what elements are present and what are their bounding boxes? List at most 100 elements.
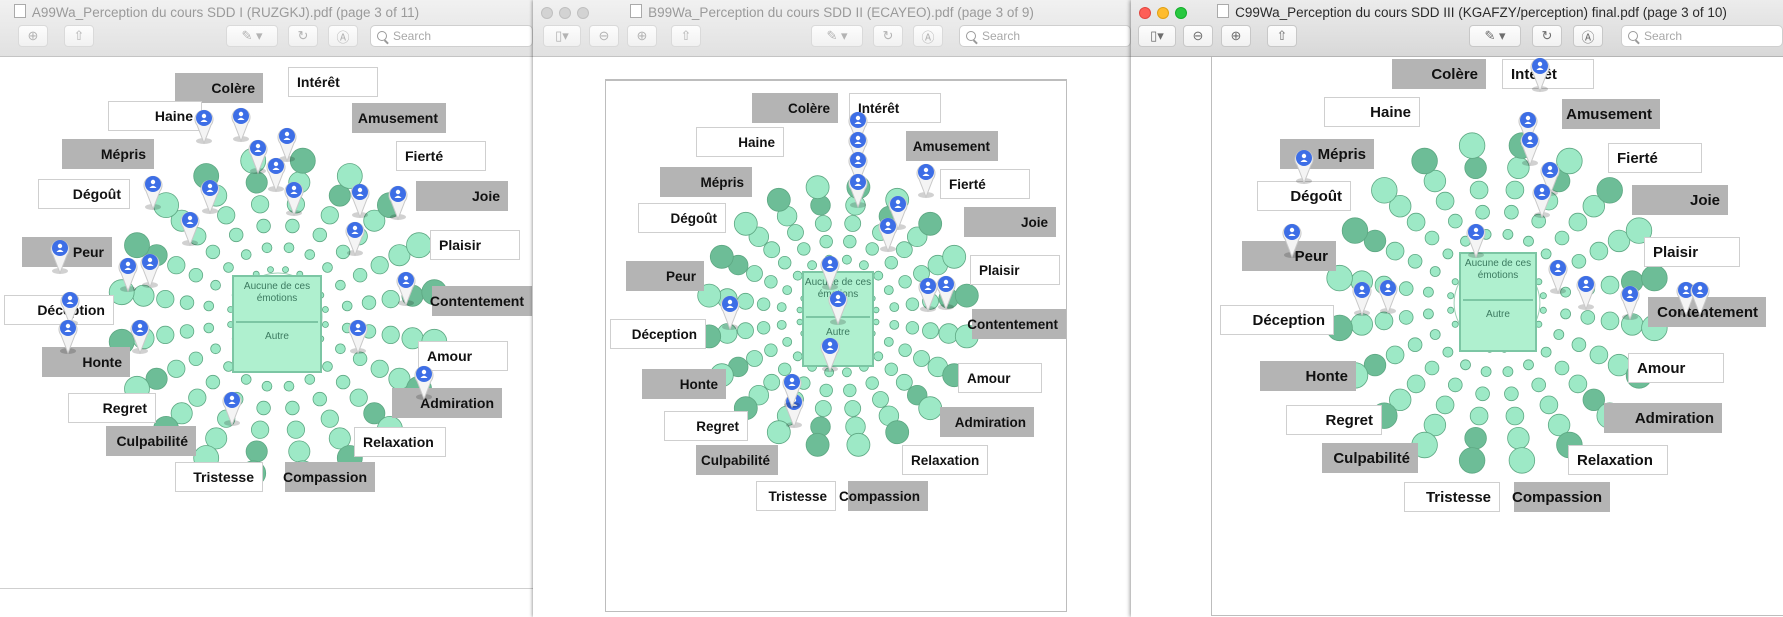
- share-button[interactable]: ⇧: [1267, 25, 1297, 47]
- emotion-intensity-circle[interactable]: [1589, 241, 1609, 261]
- emotion-intensity-circle[interactable]: [1341, 217, 1369, 244]
- pin-marker-icon[interactable]: [1546, 255, 1570, 295]
- pin-marker-icon[interactable]: [386, 181, 410, 221]
- emotion-intensity-circle[interactable]: [1600, 311, 1620, 331]
- emotion-intensity-circle[interactable]: [776, 302, 787, 313]
- emotion-intensity-circle[interactable]: [922, 322, 939, 340]
- emotion-intensity-circle[interactable]: [1502, 228, 1514, 240]
- title-bar[interactable]: A99Wa_Perception du cours SDD I (RUZGKJ)…: [0, 0, 533, 57]
- emotion-intensity-circle[interactable]: [709, 244, 734, 269]
- emotion-intensity-circle[interactable]: [210, 279, 221, 291]
- emotion-intensity-circle[interactable]: [1371, 177, 1398, 204]
- emotion-intensity-circle[interactable]: [1539, 395, 1559, 415]
- pin-marker-icon[interactable]: [343, 217, 367, 257]
- emotion-intensity-circle[interactable]: [304, 249, 316, 260]
- emotion-intensity-circle[interactable]: [256, 400, 271, 416]
- pin-marker-icon[interactable]: [1530, 179, 1554, 219]
- pin-marker-icon[interactable]: [48, 235, 72, 275]
- emotion-intensity-circle[interactable]: [320, 409, 339, 428]
- emotion-intensity-circle[interactable]: [335, 343, 346, 355]
- emotion-intensity-circle[interactable]: [335, 279, 346, 291]
- pin-marker-icon[interactable]: [282, 177, 306, 217]
- emotion-intensity-circle[interactable]: [1508, 447, 1536, 474]
- pin-marker-icon[interactable]: [138, 249, 162, 289]
- emotion-intensity-circle[interactable]: [1580, 310, 1596, 325]
- emotion-intensity-circle[interactable]: [746, 350, 763, 367]
- markup-button[interactable]: Ⓐ: [1573, 25, 1603, 47]
- pin-marker-icon[interactable]: [220, 387, 244, 427]
- emotion-intensity-circle[interactable]: [1424, 230, 1440, 246]
- title-bar[interactable]: C99Wa_Perception du cours SDD III (KGAFZ…: [1131, 0, 1783, 57]
- pin-marker-icon[interactable]: [1464, 219, 1488, 259]
- emotion-intensity-circle[interactable]: [1568, 374, 1588, 394]
- emotion-intensity-circle[interactable]: [285, 218, 300, 234]
- emotion-intensity-circle[interactable]: [1480, 366, 1492, 378]
- pin-marker-icon[interactable]: [1280, 219, 1304, 259]
- emotion-intensity-circle[interactable]: [898, 343, 912, 357]
- emotion-intensity-circle[interactable]: [1568, 212, 1588, 232]
- zoom-in-button[interactable]: ⊕: [1221, 25, 1251, 47]
- emotion-intensity-circle[interactable]: [321, 306, 329, 313]
- emotion-intensity-circle[interactable]: [349, 388, 368, 407]
- pdf-page[interactable]: Aucune de ces émotionsAutreColèreIntérêt…: [1211, 57, 1783, 616]
- emotion-intensity-circle[interactable]: [756, 297, 771, 311]
- zoom-out-button[interactable]: ⊖: [1183, 25, 1213, 47]
- emotion-intensity-circle[interactable]: [322, 361, 333, 372]
- emotion-intensity-circle[interactable]: [873, 351, 884, 362]
- emotion-intensity-circle[interactable]: [288, 440, 311, 463]
- emotion-intensity-circle[interactable]: [819, 234, 833, 249]
- emotion-intensity-circle[interactable]: [884, 362, 899, 377]
- emotion-intensity-circle[interactable]: [203, 300, 215, 312]
- emotion-intensity-circle[interactable]: [1385, 345, 1405, 365]
- emotion-intensity-circle[interactable]: [1398, 310, 1414, 325]
- emotion-intensity-circle[interactable]: [370, 359, 389, 378]
- emotion-intensity-circle[interactable]: [807, 260, 818, 271]
- emotion-intensity-circle[interactable]: [261, 380, 273, 392]
- emotion-intensity-circle[interactable]: [1553, 329, 1565, 340]
- emotion-intensity-circle[interactable]: [1571, 254, 1587, 269]
- emotion-intensity-circle[interactable]: [156, 290, 175, 309]
- emotion-intensity-circle[interactable]: [304, 374, 316, 385]
- emotion-intensity-circle[interactable]: [1464, 156, 1487, 180]
- emotion-intensity-circle[interactable]: [261, 242, 273, 254]
- rotate-button[interactable]: ↻: [288, 25, 318, 47]
- emotion-intensity-circle[interactable]: [805, 175, 830, 200]
- emotion-intensity-circle[interactable]: [179, 324, 195, 339]
- pin-marker-icon[interactable]: [914, 159, 938, 199]
- emotion-intensity-circle[interactable]: [1504, 204, 1519, 220]
- emotion-intensity-circle[interactable]: [205, 374, 221, 390]
- pin-marker-icon[interactable]: [178, 207, 202, 247]
- emotion-intensity-circle[interactable]: [843, 383, 857, 398]
- emotion-intensity-circle[interactable]: [777, 255, 792, 270]
- emotion-intensity-circle[interactable]: [283, 242, 295, 254]
- emotion-intensity-circle[interactable]: [776, 319, 787, 330]
- emotion-intensity-circle[interactable]: [797, 242, 811, 256]
- emotion-intensity-circle[interactable]: [167, 256, 186, 275]
- emotion-intensity-circle[interactable]: [245, 440, 268, 463]
- pin-marker-icon[interactable]: [412, 361, 436, 401]
- emotion-intensity-circle[interactable]: [846, 432, 871, 457]
- emotion-intensity-circle[interactable]: [1406, 374, 1426, 394]
- pin-marker-icon[interactable]: [192, 105, 216, 145]
- search-field[interactable]: Search: [370, 25, 533, 47]
- emotion-intensity-circle[interactable]: [873, 306, 880, 314]
- pin-marker-icon[interactable]: [141, 171, 165, 211]
- emotion-intensity-circle[interactable]: [844, 215, 862, 232]
- pin-marker-icon[interactable]: [818, 333, 842, 373]
- pin-marker-icon[interactable]: [394, 267, 418, 307]
- markup-button[interactable]: Ⓐ: [328, 25, 358, 47]
- emotion-intensity-circle[interactable]: [1523, 235, 1534, 247]
- pin-marker-icon[interactable]: [818, 251, 842, 291]
- zoom-out-button[interactable]: ⊖: [589, 25, 619, 47]
- emotion-intensity-circle[interactable]: [286, 420, 305, 439]
- emotion-intensity-circle[interactable]: [1596, 177, 1623, 204]
- emotion-intensity-circle[interactable]: [918, 396, 943, 421]
- emotion-intensity-circle[interactable]: [167, 359, 186, 378]
- emotion-intensity-circle[interactable]: [819, 383, 833, 398]
- emotion-intensity-circle[interactable]: [733, 211, 758, 236]
- emotion-intensity-circle[interactable]: [763, 241, 781, 259]
- emotion-intensity-circle[interactable]: [1429, 266, 1441, 277]
- emotion-intensity-circle[interactable]: [872, 391, 889, 408]
- share-button[interactable]: ⇧: [64, 25, 94, 47]
- emotion-intensity-circle[interactable]: [1554, 230, 1570, 246]
